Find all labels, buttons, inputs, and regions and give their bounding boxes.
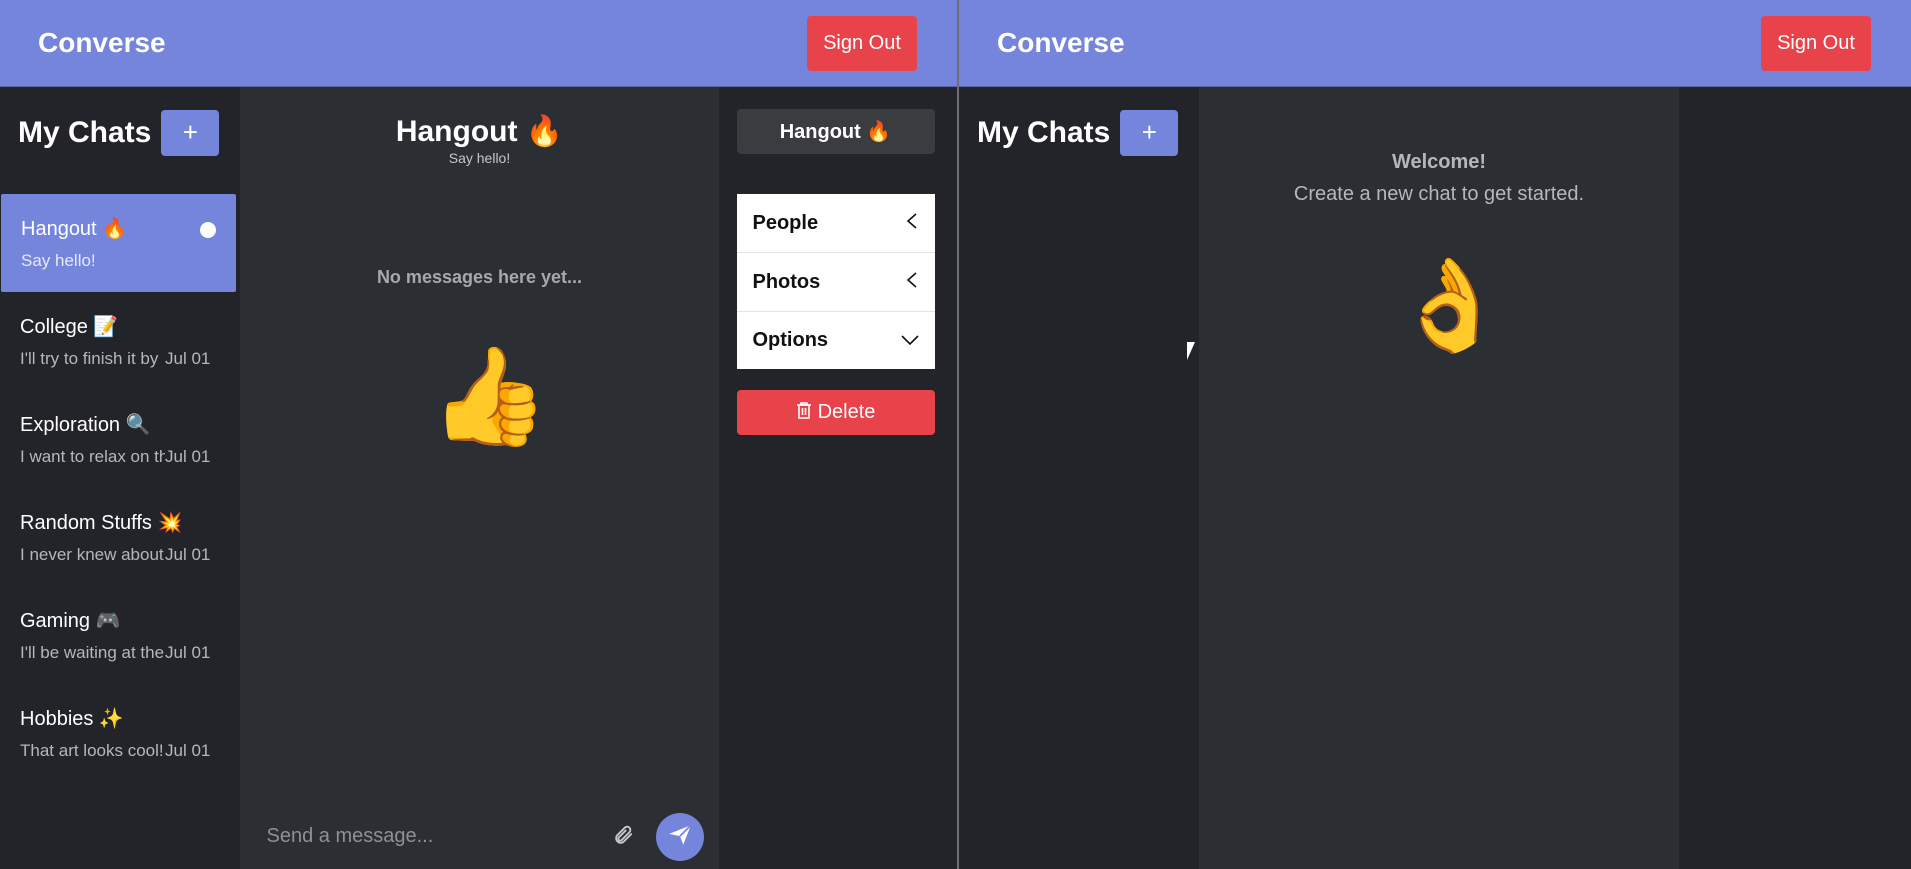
brand-logo: Converse xyxy=(997,27,1125,58)
send-button[interactable] xyxy=(655,813,704,861)
delete-label: Delete xyxy=(817,401,876,423)
chat-card-hobbies[interactable]: Hobbies ✨ That art looks cool! Jul 01 xyxy=(0,684,240,782)
chat-card-title: Hobbies ✨ xyxy=(20,708,124,730)
photos-section-toggle[interactable]: Photos xyxy=(736,253,935,312)
message-input[interactable] xyxy=(266,825,607,848)
new-chat-button[interactable]: + xyxy=(1120,109,1179,156)
paperclip-icon[interactable] xyxy=(612,824,634,852)
chat-settings-title: Hangout 🔥 xyxy=(736,109,935,154)
chat-card-time: Jul 01 xyxy=(165,349,211,368)
empty-feed-message: No messages here yet... xyxy=(376,267,583,287)
sign-out-button[interactable]: Sign Out xyxy=(807,15,917,71)
chat-settings-panel: Hangout 🔥 People Photos Options Delete xyxy=(718,87,957,869)
chat-list-header: My Chats + xyxy=(0,87,240,194)
chat-card-exploration[interactable]: Exploration 🔍 I want to relax on th Jul … xyxy=(0,390,240,488)
chat-feed-subtitle: Say hello! xyxy=(448,150,511,166)
message-form xyxy=(240,804,720,869)
chat-card-preview-row: That art looks cool! Jul 01 xyxy=(20,741,240,761)
chat-card-gaming[interactable]: Gaming 🎮 I'll be waiting at the Jul 01 xyxy=(0,586,240,684)
chat-card-title: Gaming 🎮 xyxy=(20,610,121,632)
chat-list-sidebar: My Chats + Hangout 🔥 Say hello! College … xyxy=(0,87,240,869)
top-bar: Converse Sign Out xyxy=(959,0,1911,87)
left-window: Converse Sign Out My Chats + Hangout 🔥 S… xyxy=(0,0,959,869)
chat-card-random-stuffs[interactable]: Random Stuffs 💥 I never knew about Jul 0… xyxy=(0,488,240,586)
chat-card-preview-row: I'll be waiting at the Jul 01 xyxy=(20,643,240,663)
chat-card-title: Exploration 🔍 xyxy=(20,414,151,436)
unread-dot-icon xyxy=(199,222,216,238)
thumbs-up-icon: 👍 xyxy=(429,343,550,450)
chat-card-time: Jul 01 xyxy=(165,643,211,662)
options-section-toggle[interactable]: Options xyxy=(737,312,935,369)
chat-card-hangout[interactable]: Hangout 🔥 Say hello! xyxy=(1,194,236,292)
app-root: Converse Sign Out My Chats + Hangout 🔥 S… xyxy=(0,0,1911,869)
chat-list-sidebar: My Chats + xyxy=(959,87,1199,869)
chevron-left-icon xyxy=(905,271,919,294)
section-label: Photos xyxy=(752,270,821,293)
chat-card-time: Jul 01 xyxy=(165,741,211,760)
send-icon xyxy=(667,822,693,853)
chat-card-preview: I'll be waiting at the xyxy=(20,643,165,662)
chat-list-header: My Chats + xyxy=(959,87,1199,194)
chat-feed-title: Hangout 🔥 xyxy=(395,115,564,148)
delete-chat-button[interactable]: Delete xyxy=(736,390,935,435)
top-bar: Converse Sign Out xyxy=(0,0,957,87)
chat-card-time: Jul 01 xyxy=(165,447,211,466)
welcome-subtitle: Create a new chat to get started. xyxy=(1293,183,1585,205)
chat-card-preview-row: I'll try to finish it by Jul 01 xyxy=(20,349,240,369)
section-label: Options xyxy=(752,329,829,351)
mouse-cursor-icon xyxy=(1187,342,1203,360)
chevron-left-icon xyxy=(905,212,919,235)
welcome-panel: Welcome! Create a new chat to get starte… xyxy=(1199,87,1679,869)
sign-out-button[interactable]: Sign Out xyxy=(1761,15,1871,71)
chat-card-preview: I want to relax on th xyxy=(20,447,165,466)
brand-logo: Converse xyxy=(38,27,166,58)
chat-card-preview: That art looks cool! xyxy=(20,741,164,760)
chat-card-preview: I'll try to finish it by xyxy=(20,349,159,368)
settings-accordion: People Photos Options xyxy=(736,194,935,369)
chat-list-title: My Chats xyxy=(977,115,1111,149)
chat-card-preview: Say hello! xyxy=(21,251,96,270)
chat-engine: My Chats + Hangout 🔥 Say hello! College … xyxy=(0,87,957,869)
chat-card-preview-row: I never knew about Jul 01 xyxy=(20,545,240,565)
chat-card-time: Jul 01 xyxy=(165,545,211,564)
welcome-title: Welcome! xyxy=(1391,151,1487,173)
chat-list-title: My Chats xyxy=(18,115,152,149)
chat-feed: Hangout 🔥 Say hello! No messages here ye… xyxy=(239,87,720,869)
people-section-toggle[interactable]: People xyxy=(736,194,935,253)
chat-card-title: College 📝 xyxy=(20,316,119,338)
chat-settings-panel xyxy=(1679,87,1911,869)
new-chat-button[interactable]: + xyxy=(161,109,220,156)
trash-icon xyxy=(796,401,812,425)
chat-card-college[interactable]: College 📝 I'll try to finish it by Jul 0… xyxy=(0,292,240,390)
chevron-down-icon xyxy=(900,329,919,352)
right-window: Converse Sign Out My Chats + Welcome! Cr… xyxy=(959,0,1911,869)
chat-engine: My Chats + Welcome! Create a new chat to… xyxy=(959,87,1911,869)
chat-card-title: Random Stuffs 💥 xyxy=(20,512,183,534)
ok-hand-icon: 👌 xyxy=(1394,256,1507,356)
section-label: People xyxy=(752,211,819,234)
chat-card-preview-row: I want to relax on th Jul 01 xyxy=(20,447,240,467)
chat-card-preview-row: Say hello! xyxy=(21,251,236,271)
chat-card-preview: I never knew about xyxy=(20,545,164,564)
